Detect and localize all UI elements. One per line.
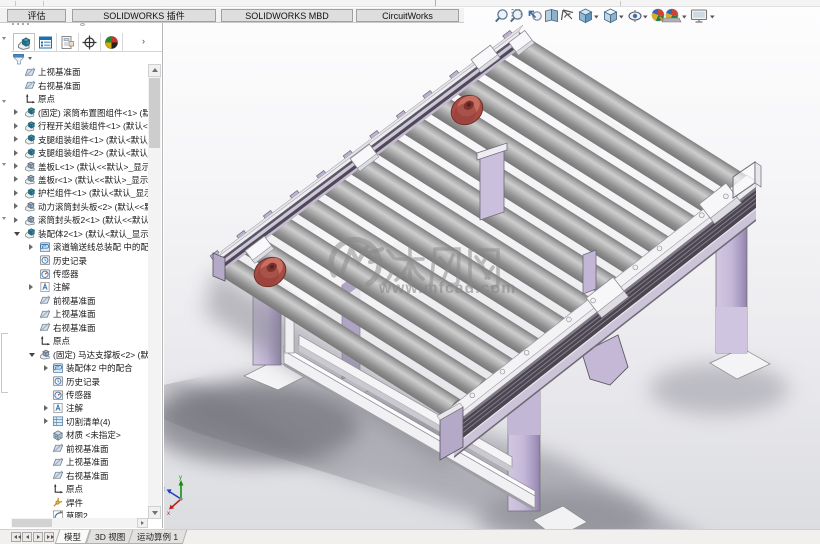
svg-text:x: x: [167, 511, 170, 517]
svg-text:y: y: [179, 475, 182, 481]
svg-text:z: z: [164, 487, 165, 493]
svg-text:www.mfcad.com: www.mfcad.com: [378, 280, 516, 297]
